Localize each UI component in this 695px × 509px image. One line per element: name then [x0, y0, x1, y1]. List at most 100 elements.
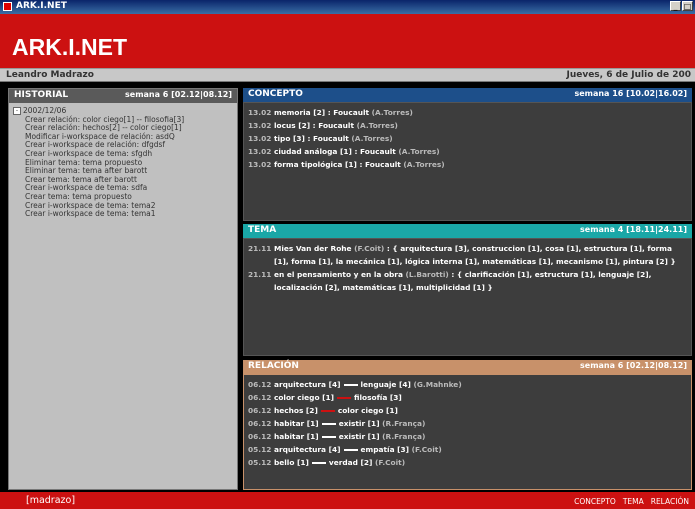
concepto-list: 13.02 memoria [2] : Foucault (A.Torres) 1… — [243, 102, 692, 221]
historial-week: semana 6 [02.12|08.12] — [125, 90, 232, 99]
current-date: Jueves, 6 de Julio de 200 — [566, 70, 691, 80]
relation-link-icon — [343, 449, 358, 451]
concepto-date: 13.02 — [248, 160, 272, 169]
footer-user[interactable]: [madrazo] — [26, 495, 75, 506]
historial-tree: - 2002/12/06 Crear relación: color ciego… — [13, 106, 184, 219]
brand-header: ARK.I.NET — [0, 14, 695, 68]
concepto-date: 13.02 — [248, 121, 272, 130]
minimize-button[interactable]: _ — [670, 1, 681, 11]
concepto-author: (A.Torres) — [356, 121, 398, 130]
footer-bar: [madrazo] CONCEPTO TEMA RELACIÓN — [0, 492, 695, 509]
tema-date: 21.11 — [248, 270, 272, 279]
relation-link-icon — [343, 384, 358, 386]
concepto-author: (A.Torres) — [351, 134, 393, 143]
concepto-ref[interactable]: Foucault — [365, 160, 401, 169]
relacion-row[interactable]: 05.12 bello [1] verdad [2] (F.Coit) — [248, 456, 687, 469]
relacion-date: 06.12 — [248, 419, 272, 428]
relacion-row[interactable]: 06.12 arquitectura [4] lenguaje [4] (G.Ma… — [248, 378, 687, 391]
relacion-row[interactable]: 06.12 habitar [1] existir [1] (R.França) — [248, 430, 687, 443]
tema-author: (F.Coit) — [354, 244, 385, 253]
concepto-term[interactable]: memoria [2] — [274, 108, 325, 117]
relacion-date: 06.12 — [248, 393, 272, 402]
relacion-term-b[interactable]: filosofía [3] — [354, 393, 402, 402]
tema-week[interactable]: semana 4 [18.11|24.11] — [580, 225, 687, 234]
relacion-term-a[interactable]: hechos [2] — [274, 406, 318, 415]
relacion-author: (F.Coit) — [411, 445, 442, 454]
window-titlebar: ARK.I.NET _ □ — [0, 0, 695, 14]
relacion-term-a[interactable]: habitar [1] — [274, 419, 319, 428]
concepto-author: (A.Torres) — [403, 160, 445, 169]
tema-title: TEMA — [248, 225, 277, 235]
relacion-title: RELACIÓN — [248, 361, 299, 371]
concepto-row[interactable]: 13.02 memoria [2] : Foucault (A.Torres) — [248, 106, 687, 119]
concepto-author: (A.Torres) — [398, 147, 440, 156]
app-icon — [3, 2, 12, 11]
concepto-sep: : — [327, 108, 331, 117]
relacion-week[interactable]: semana 6 [02.12|08.12] — [580, 361, 687, 370]
relacion-panel: RELACIÓN semana 6 [02.12|08.12] 06.12 ar… — [243, 360, 692, 490]
relacion-term-b[interactable]: existir [1] — [339, 419, 380, 428]
relacion-term-a[interactable]: arquitectura [4] — [274, 380, 341, 389]
relacion-row[interactable]: 05.12 arquitectura [4] empatía [3] (F.Coi… — [248, 443, 687, 456]
concepto-row[interactable]: 13.02 ciudad análoga [1] : Foucault (A.T… — [248, 145, 687, 158]
relacion-row[interactable]: 06.12 habitar [1] existir [1] (R.França) — [248, 417, 687, 430]
concepto-ref[interactable]: Foucault — [360, 147, 396, 156]
relation-link-icon — [320, 410, 335, 412]
relacion-term-a[interactable]: color ciego [1] — [274, 393, 334, 402]
relacion-term-b[interactable]: verdad [2] — [329, 458, 373, 467]
concepto-row[interactable]: 13.02 tipo [3] : Foucault (A.Torres) — [248, 132, 687, 145]
concepto-row[interactable]: 13.02 forma tipológica [1] : Foucault (A… — [248, 158, 687, 171]
relacion-author: (R.França) — [382, 432, 426, 441]
concepto-term[interactable]: ciudad análoga [1] — [274, 147, 352, 156]
tema-header: TEMA semana 4 [18.11|24.11] — [243, 224, 692, 238]
relacion-row[interactable]: 06.12 color ciego [1] filosofía [3] — [248, 391, 687, 404]
concepto-panel: CONCEPTO semana 16 [10.02|16.02] 13.02 m… — [243, 88, 692, 221]
concepto-header: CONCEPTO semana 16 [10.02|16.02] — [243, 88, 692, 102]
relation-link-icon — [337, 397, 352, 399]
concepto-sep: : — [354, 147, 358, 156]
concepto-ref[interactable]: Foucault — [333, 108, 369, 117]
tema-row[interactable]: 21.11 en el pensamiento y en la obra (L.B… — [248, 268, 687, 294]
window-title: ARK.I.NET — [16, 1, 67, 11]
footer-link-relacion[interactable]: RELACIÓN — [651, 497, 689, 506]
concepto-term[interactable]: locus [2] — [274, 121, 310, 130]
collapse-icon[interactable]: - — [13, 107, 21, 116]
concepto-row[interactable]: 13.02 locus [2] : Foucault (A.Torres) — [248, 119, 687, 132]
relacion-date: 05.12 — [248, 445, 272, 454]
relacion-term-b[interactable]: lenguaje [4] — [361, 380, 411, 389]
relacion-term-b[interactable]: color ciego [1] — [338, 406, 398, 415]
historial-panel: HISTORIAL semana 6 [02.12|08.12] - 2002/… — [8, 88, 238, 490]
tema-name[interactable]: Mies Van der Rohe — [274, 244, 352, 253]
relacion-term-a[interactable]: habitar [1] — [274, 432, 319, 441]
footer-nav: CONCEPTO TEMA RELACIÓN — [574, 497, 689, 506]
relation-link-icon — [321, 436, 336, 438]
concepto-week[interactable]: semana 16 [10.02|16.02] — [574, 89, 687, 98]
relacion-term-b[interactable]: existir [1] — [339, 432, 380, 441]
concepto-sep: : — [359, 160, 363, 169]
concepto-term[interactable]: tipo [3] — [274, 134, 305, 143]
relacion-term-a[interactable]: arquitectura [4] — [274, 445, 341, 454]
tema-name[interactable]: en el pensamiento y en la obra — [274, 270, 403, 279]
concepto-ref[interactable]: Foucault — [313, 134, 349, 143]
tema-author: (L.Barotti) — [405, 270, 449, 279]
footer-link-tema[interactable]: TEMA — [623, 497, 644, 506]
tema-date: 21.11 — [248, 244, 272, 253]
relacion-row[interactable]: 06.12 hechos [2] color ciego [1] — [248, 404, 687, 417]
footer-link-concepto[interactable]: CONCEPTO — [574, 497, 616, 506]
tema-panel: TEMA semana 4 [18.11|24.11] 21.11 Mies Va… — [243, 224, 692, 356]
concepto-ref[interactable]: Foucault — [318, 121, 354, 130]
relacion-date: 06.12 — [248, 380, 272, 389]
concepto-term[interactable]: forma tipológica [1] — [274, 160, 357, 169]
history-item[interactable]: Crear i-workspace de tema: tema1 — [13, 210, 184, 219]
relation-link-icon — [311, 462, 326, 464]
concepto-sep: : — [312, 121, 316, 130]
tema-row[interactable]: 21.11 Mies Van der Rohe (F.Coit) : { arqu… — [248, 242, 687, 268]
relacion-term-a[interactable]: bello [1] — [274, 458, 309, 467]
maximize-button[interactable]: □ — [682, 1, 693, 11]
relacion-author: (F.Coit) — [374, 458, 406, 467]
concepto-date: 13.02 — [248, 134, 272, 143]
concepto-sep: : — [307, 134, 311, 143]
relacion-term-b[interactable]: empatía [3] — [361, 445, 410, 454]
relacion-date: 06.12 — [248, 406, 272, 415]
concepto-author: (A.Torres) — [371, 108, 413, 117]
